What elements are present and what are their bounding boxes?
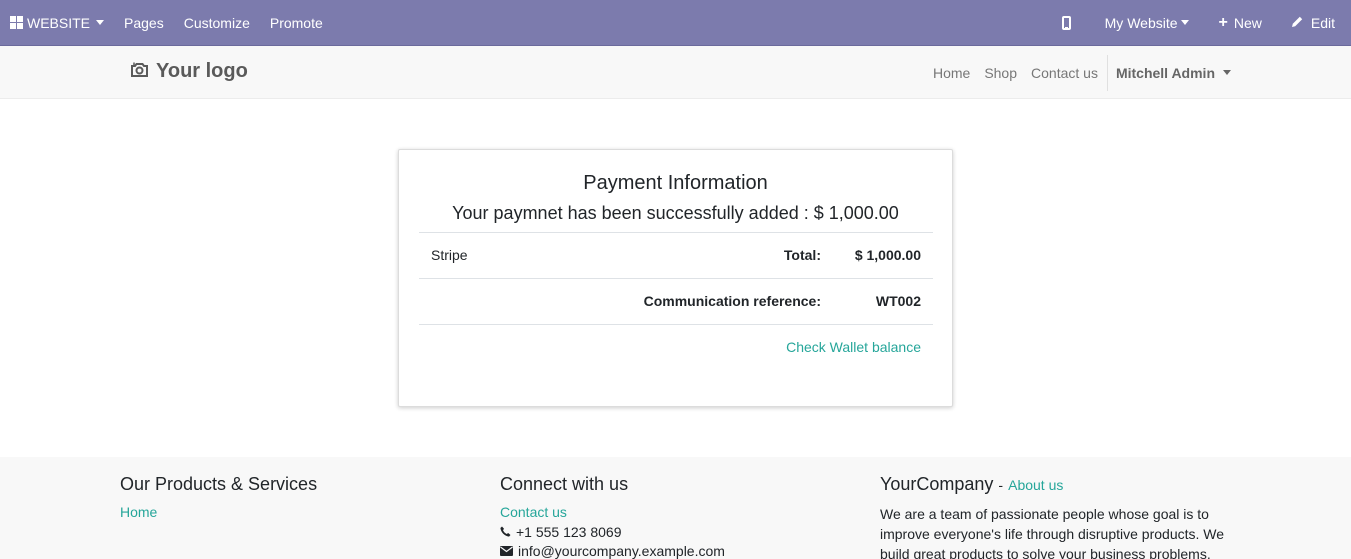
footer-phone-text: +1 555 123 8069 xyxy=(516,524,622,540)
footer-phone: +1 555 123 8069 xyxy=(500,524,725,540)
site-logo[interactable]: Your logo xyxy=(131,60,248,83)
admin-bar: WEBSITE Pages Customize Promote My Websi… xyxy=(0,0,1351,46)
company-name: YourCompany xyxy=(880,474,994,494)
camera-icon xyxy=(131,60,148,83)
site-header: Your logo Home Shop Contact us Mitchell … xyxy=(0,46,1351,99)
website-selector[interactable]: My Website xyxy=(1091,0,1205,45)
new-button[interactable]: + New xyxy=(1205,0,1281,45)
website-selector-label: My Website xyxy=(1104,14,1178,31)
mobile-icon xyxy=(1061,15,1071,30)
phone-icon xyxy=(500,524,511,540)
footer-products-title: Our Products & Services xyxy=(120,474,318,494)
caret-down-icon xyxy=(96,20,105,25)
apps-menu-button[interactable]: WEBSITE xyxy=(0,0,114,45)
footer-email: info@yourcompany.example.com xyxy=(500,543,725,559)
payment-success-message: Your paymnet has been successfully added… xyxy=(452,203,899,223)
payment-provider: Stripe xyxy=(431,247,468,263)
nav-divider xyxy=(1106,54,1108,91)
payment-table: Stripe Total: $ 1,000.00 Communication r… xyxy=(419,232,933,370)
pencil-icon xyxy=(1291,15,1304,31)
nav-shop[interactable]: Shop xyxy=(979,65,1022,81)
edit-button-label: Edit xyxy=(1310,14,1335,31)
promote-menu[interactable]: Promote xyxy=(260,0,333,45)
table-row-wallet: Check Wallet balance xyxy=(419,324,933,370)
company-description: We are a team of passionate people whose… xyxy=(880,506,1225,559)
footer-contact-link[interactable]: Contact us xyxy=(500,504,725,520)
footer-company: YourCompany - About us We are a team of … xyxy=(880,474,1230,559)
footer-email-text[interactable]: info@yourcompany.example.com xyxy=(518,543,725,559)
envelope-icon xyxy=(500,543,513,559)
footer-products: Our Products & Services Home xyxy=(120,474,317,524)
apps-menu-label: WEBSITE xyxy=(27,14,91,31)
new-button-label: New xyxy=(1233,14,1262,31)
user-menu[interactable]: Mitchell Admin xyxy=(1112,65,1231,81)
customize-menu[interactable]: Customize xyxy=(174,0,260,45)
caret-down-icon xyxy=(1180,20,1189,25)
total-label: Total: xyxy=(783,247,821,263)
reference-value: WT002 xyxy=(875,293,921,309)
grid-icon xyxy=(10,16,23,29)
footer-home-link[interactable]: Home xyxy=(120,504,317,520)
footer-connect-title: Connect with us xyxy=(500,474,629,494)
payment-card: Payment Information Your paymnet has bee… xyxy=(398,149,953,407)
user-name: Mitchell Admin xyxy=(1115,64,1215,81)
plus-icon: + xyxy=(1218,13,1228,31)
table-row-total: Stripe Total: $ 1,000.00 xyxy=(419,232,933,278)
main-nav: Home Shop Contact us Mitchell Admin xyxy=(924,46,1231,99)
nav-contact-us[interactable]: Contact us xyxy=(1026,65,1103,81)
nav-home[interactable]: Home xyxy=(928,65,975,81)
reference-label: Communication reference: xyxy=(643,293,821,309)
footer-company-title: YourCompany - About us xyxy=(880,474,1230,495)
pages-menu[interactable]: Pages xyxy=(114,0,174,45)
company-separator: - xyxy=(998,477,1004,493)
caret-down-icon xyxy=(1223,70,1231,75)
footer: Our Products & Services Home Connect wit… xyxy=(0,457,1351,559)
about-us-link[interactable]: About us xyxy=(1008,477,1063,493)
check-wallet-link[interactable]: Check Wallet balance xyxy=(786,339,921,355)
payment-title: Payment Information xyxy=(583,172,768,194)
footer-connect: Connect with us Contact us +1 555 123 80… xyxy=(500,474,725,559)
total-value: $ 1,000.00 xyxy=(854,247,921,263)
edit-button[interactable]: Edit xyxy=(1281,0,1351,45)
table-row-reference: Communication reference: WT002 xyxy=(419,278,933,324)
mobile-preview-button[interactable] xyxy=(1042,0,1091,45)
logo-text: Your logo xyxy=(156,60,248,82)
